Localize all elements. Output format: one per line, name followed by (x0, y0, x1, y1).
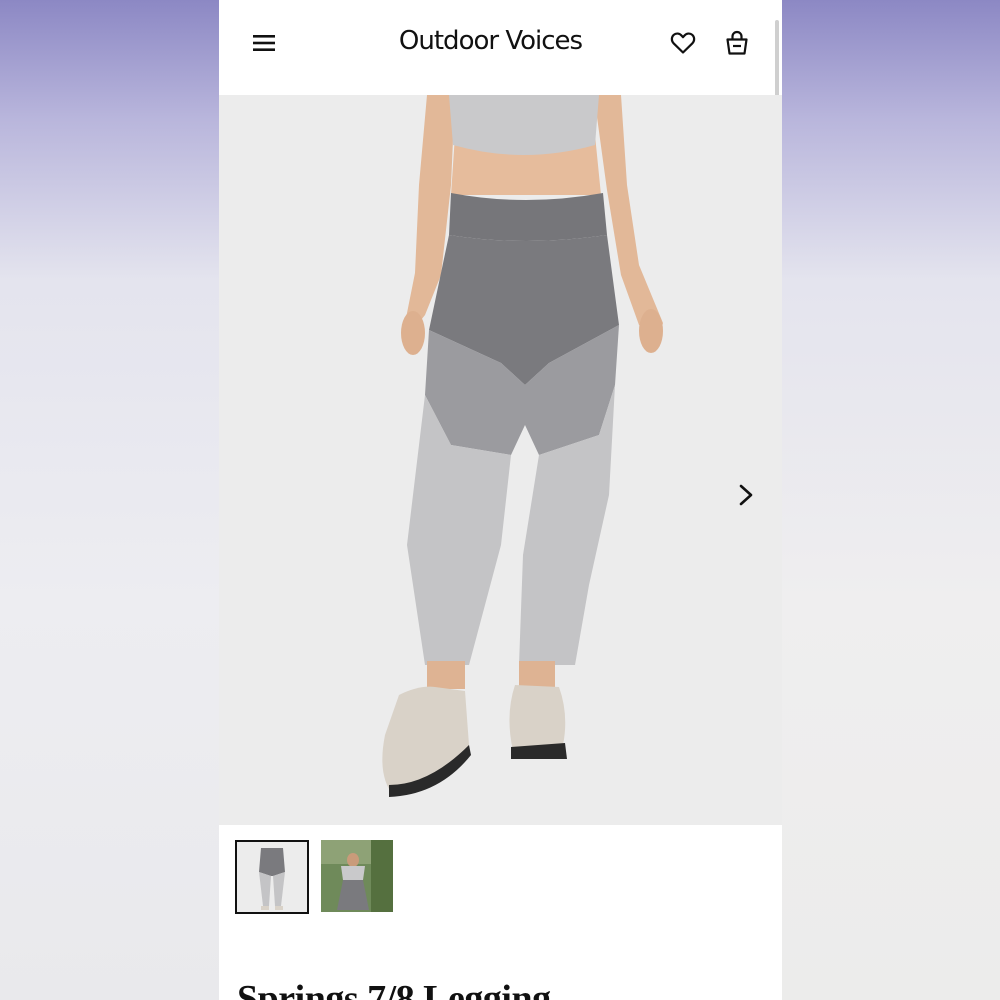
thumbnail-lifestyle-photo (321, 840, 393, 912)
thumbnail-legging-front (237, 842, 307, 912)
hamburger-menu-icon (253, 35, 275, 51)
brand-logo[interactable]: Outdoor Voices (369, 26, 612, 56)
next-image-button[interactable] (731, 478, 761, 512)
shopping-bag-button[interactable] (722, 28, 752, 58)
heart-icon (670, 32, 696, 54)
product-title: Springs 7/8 Legging (237, 978, 551, 1000)
favorite-button[interactable] (668, 28, 698, 58)
background-right (782, 0, 1000, 1000)
product-image (219, 95, 782, 825)
chevron-right-icon (739, 484, 753, 506)
thumbnail-1[interactable] (235, 840, 309, 914)
product-photo-legging (219, 95, 782, 825)
thumbnail-2[interactable] (321, 840, 393, 912)
site-header: Outdoor Voices (219, 0, 782, 95)
shopping-bag-icon (726, 30, 748, 55)
mobile-page: Outdoor Voices Springs 7/8 Legging (219, 0, 782, 1000)
background-left (0, 0, 219, 1000)
menu-button[interactable] (249, 28, 279, 58)
